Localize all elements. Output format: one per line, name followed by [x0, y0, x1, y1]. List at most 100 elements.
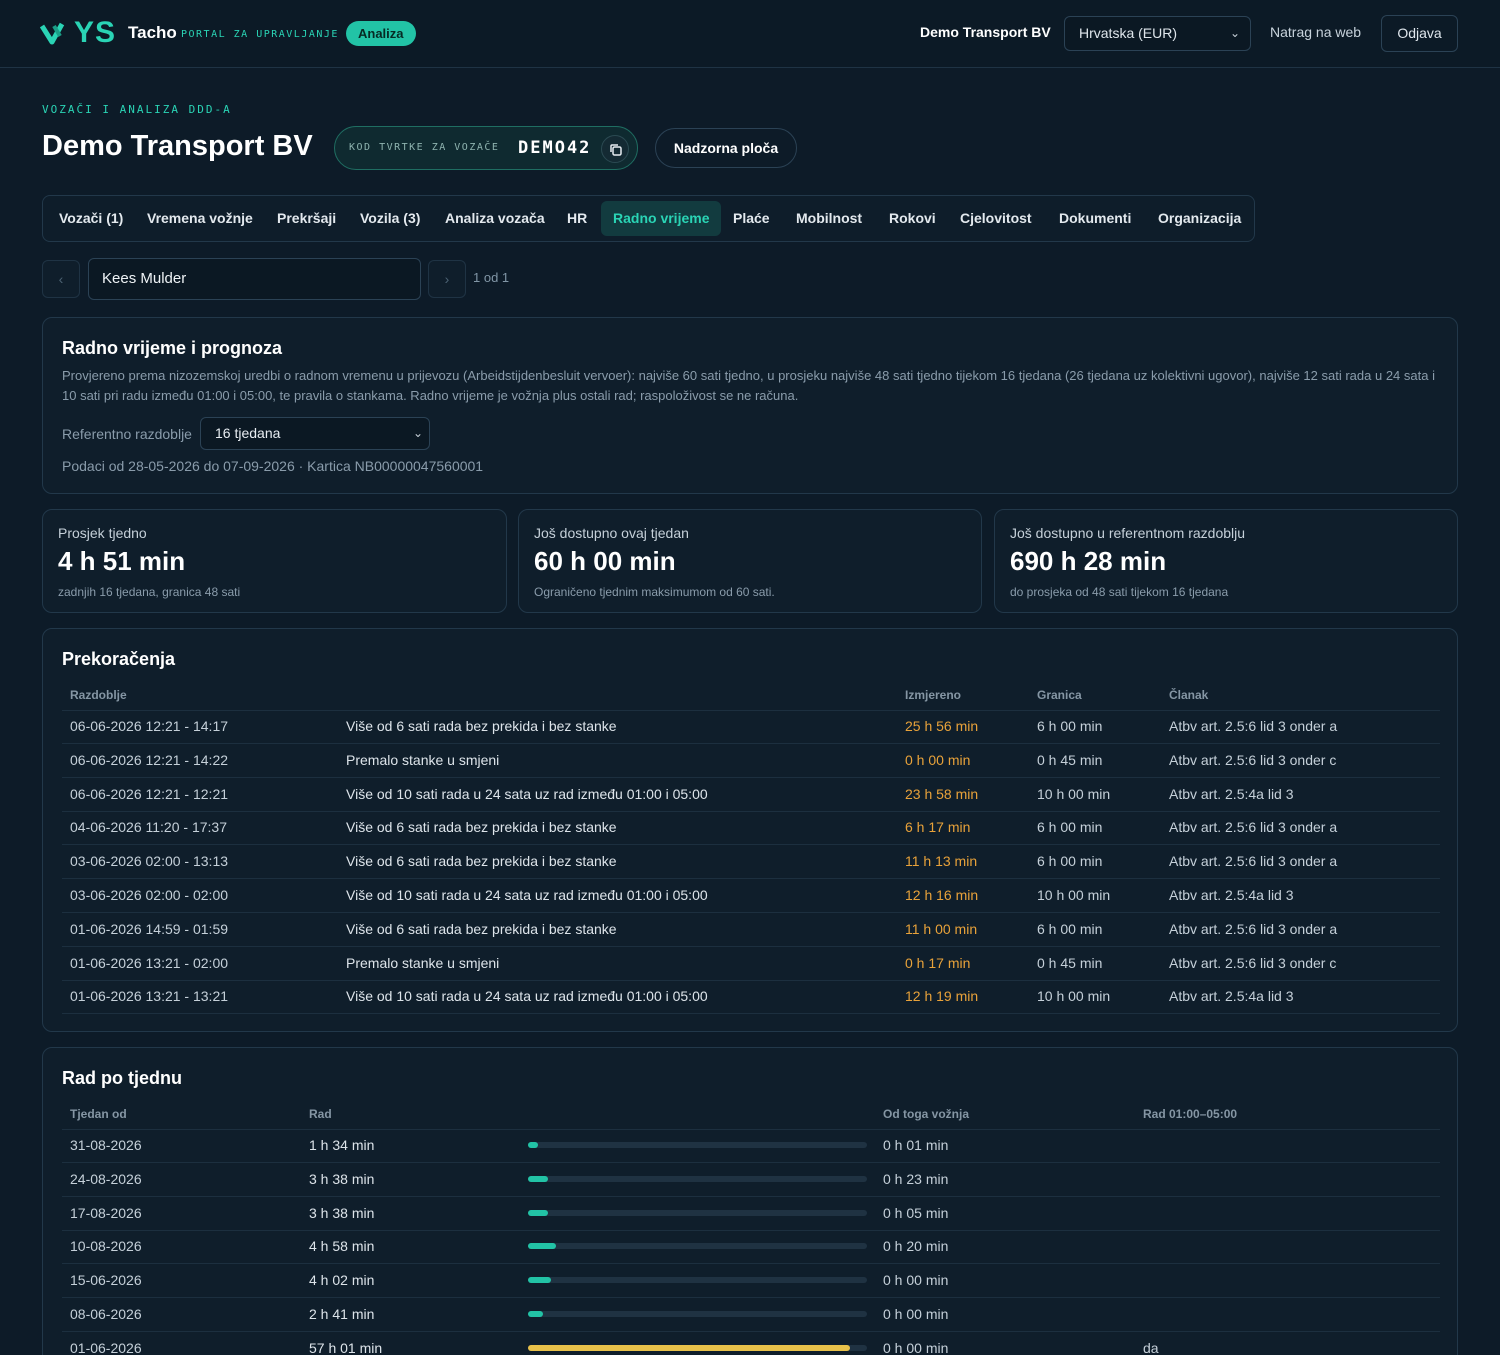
week-work-time: 1 h 34 min: [309, 1137, 375, 1153]
violation-period: 01-06-2026 14:59 - 01:59: [70, 920, 229, 937]
reference-period-select[interactable]: 16 tjedana ⌄: [200, 417, 430, 450]
week-work-time: 4 h 58 min: [309, 1238, 375, 1255]
week-start: 01-06-2026: [70, 1339, 142, 1355]
tab-violations[interactable]: Prekršaji: [265, 201, 348, 236]
violation-description: Više od 10 sati rada u 24 sata uz rad iz…: [346, 988, 708, 1005]
table-row-divider: [62, 844, 1440, 846]
stat-subtext: Ograničeno tjednim maksimumom od 60 sati…: [534, 585, 775, 599]
week-driving-time: 0 h 05 min: [883, 1204, 949, 1221]
violation-limit: 6 h 00 min: [1037, 920, 1103, 937]
tab-documents[interactable]: Dokumenti: [1047, 201, 1143, 236]
work-progress-fill: [528, 1344, 851, 1351]
company-code-value: DEMO42: [518, 138, 592, 158]
logout-button[interactable]: Odjava: [1381, 15, 1458, 52]
header-divider: [62, 710, 1440, 711]
stat-label: Još dostupno ovaj tjedan: [534, 525, 689, 541]
tab-working-time[interactable]: Radno vrijeme: [601, 201, 722, 236]
tab-deadlines[interactable]: Rokovi: [877, 201, 948, 236]
chevron-down-icon: ⌄: [412, 426, 423, 440]
tab-hr[interactable]: HR: [555, 201, 599, 236]
table-row-divider: [62, 979, 1440, 981]
violation-article: Atbv art. 2.5:6 lid 3 onder a: [1169, 718, 1338, 734]
violation-article: Atbv art. 2.5:6 lid 3 onder c: [1169, 751, 1337, 768]
violation-article: Atbv art. 2.5:6 lid 3 onder a: [1169, 920, 1338, 937]
week-driving-time: 0 h 01 min: [883, 1137, 949, 1153]
violation-article: Atbv art. 2.5:4a lid 3: [1169, 988, 1294, 1005]
week-start: 24-08-2026: [70, 1170, 142, 1187]
pager-count: 1 od 1: [473, 270, 510, 285]
dashboard-button[interactable]: Nadzorna ploča: [655, 128, 797, 168]
tab-driver-analysis[interactable]: Analiza vozača: [433, 201, 557, 236]
violation-limit: 6 h 00 min: [1037, 853, 1103, 870]
stat-value: 4 h 51 min: [58, 546, 186, 576]
page-title: Demo Transport BV: [42, 130, 313, 162]
violation-measured: 11 h 00 min: [905, 920, 978, 937]
copy-icon: [610, 144, 622, 156]
table-row-divider: [62, 945, 1440, 947]
tab-salaries[interactable]: Plaće: [721, 201, 782, 236]
stat-card-available-period: Još dostupno u referentnom razdoblju 690…: [994, 509, 1458, 613]
column-header-article: Članak: [1169, 688, 1209, 702]
column-header-driving: Od toga vožnja: [883, 1107, 970, 1121]
week-night-work: da: [1143, 1339, 1159, 1355]
work-progress-fill: [528, 1142, 539, 1148]
tab-mobility[interactable]: Mobilnost: [784, 201, 874, 236]
violations-title: Prekoračenja: [62, 649, 176, 669]
stat-card-available-week: Još dostupno ovaj tjedan 60 h 00 min Ogr…: [518, 509, 982, 613]
violation-limit: 10 h 00 min: [1037, 988, 1111, 1005]
tab-drivers[interactable]: Vozači (1): [47, 201, 135, 236]
violation-period: 06-06-2026 12:21 - 12:21: [70, 785, 229, 802]
table-row-divider: [62, 810, 1440, 812]
week-work-time: 57 h 01 min: [309, 1339, 383, 1355]
tab-vehicles[interactable]: Vozila (3): [348, 201, 432, 236]
column-header-measured: Izmjereno: [905, 688, 962, 702]
company-code-pill: KOD TVRTKE ZA VOZAČE DEMO42: [334, 126, 638, 170]
violation-description: Više od 10 sati rada u 24 sata uz rad iz…: [346, 887, 708, 903]
violation-measured: 0 h 17 min: [905, 954, 971, 971]
tab-organization[interactable]: Organizacija: [1146, 201, 1253, 236]
logo[interactable]: YS: [40, 18, 116, 48]
tab-driving-times[interactable]: Vremena vožnje: [135, 201, 265, 236]
week-start: 08-06-2026: [70, 1306, 142, 1322]
work-progress-bar: [528, 1344, 867, 1351]
violation-period: 01-06-2026 13:21 - 13:21: [70, 988, 229, 1005]
violation-limit: 6 h 00 min: [1037, 718, 1103, 734]
week-work-time: 3 h 38 min: [309, 1204, 375, 1221]
table-row-divider: [62, 1229, 1440, 1231]
violation-description: Premalo stanke u smjeni: [346, 751, 500, 768]
violation-period: 06-06-2026 12:21 - 14:22: [70, 751, 229, 768]
driver-selector[interactable]: Kees Mulder: [88, 258, 421, 300]
violation-measured: 23 h 58 min: [905, 785, 979, 802]
analiza-badge: Analiza: [346, 21, 416, 46]
country-select[interactable]: Hrvatska (EUR) ⌄: [1064, 16, 1251, 51]
work-progress-bar: [528, 1142, 867, 1148]
back-to-web-link[interactable]: Natrag na web: [1270, 24, 1361, 40]
violation-description: Više od 6 sati rada bez prekida i bez st…: [346, 920, 617, 937]
work-progress-bar: [528, 1311, 867, 1317]
tab-integrity[interactable]: Cjelovitost: [948, 201, 1044, 236]
forecast-title: Radno vrijeme i prognoza: [62, 338, 283, 358]
violation-period: 06-06-2026 12:21 - 14:17: [70, 718, 229, 734]
violation-measured: 0 h 00 min: [905, 751, 971, 768]
violation-limit: 10 h 00 min: [1037, 785, 1111, 802]
violation-period: 01-06-2026 13:21 - 02:00: [70, 954, 229, 971]
table-row-divider: [62, 1195, 1440, 1197]
table-row-divider: [62, 743, 1440, 744]
data-range-info: Podaci od 28-05-2026 do 07-09-2026 · Kar…: [62, 458, 484, 474]
table-row-divider: [62, 912, 1440, 913]
work-progress-fill: [528, 1311, 544, 1317]
work-progress-bar: [528, 1243, 867, 1250]
table-row-divider: [62, 776, 1440, 778]
reference-period-value: 16 tjedana: [215, 425, 281, 441]
week-start: 17-08-2026: [70, 1204, 142, 1221]
violation-article: Atbv art. 2.5:4a lid 3: [1169, 785, 1294, 802]
top-bar: YS Tacho PORTAL ZA UPRAVLJANJE Analiza D…: [0, 0, 1500, 68]
copy-code-button[interactable]: [601, 135, 629, 163]
next-driver-button[interactable]: ›: [428, 260, 466, 298]
table-row-divider: [62, 1162, 1440, 1163]
violation-description: Više od 6 sati rada bez prekida i bez st…: [346, 718, 617, 734]
violations-card: Prekoračenja Razdoblje Izmjereno Granica…: [42, 628, 1458, 1032]
previous-driver-button[interactable]: ‹: [42, 260, 80, 298]
column-header-night-work: Rad 01:00–05:00: [1143, 1107, 1238, 1121]
violation-limit: 6 h 00 min: [1037, 819, 1103, 836]
